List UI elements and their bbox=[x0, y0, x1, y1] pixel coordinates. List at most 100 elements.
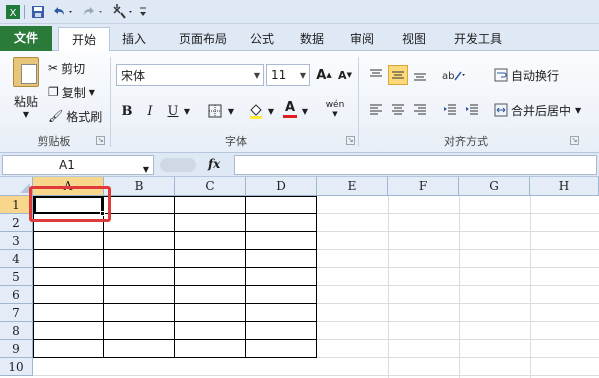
bold-button[interactable]: B bbox=[117, 101, 137, 121]
border-line bbox=[33, 303, 317, 304]
align-left-button[interactable] bbox=[366, 100, 386, 120]
row-header-9[interactable]: 9 bbox=[0, 340, 33, 358]
row-header-8[interactable]: 8 bbox=[0, 322, 33, 340]
align-top-icon bbox=[370, 69, 382, 77]
align-bottom-icon bbox=[414, 73, 426, 81]
borders-button[interactable] bbox=[205, 101, 225, 121]
tab-view[interactable]: 视图 bbox=[394, 27, 434, 51]
cut-button[interactable]: ✂ 剪切 bbox=[48, 59, 85, 77]
align-center-button[interactable] bbox=[388, 100, 408, 120]
tab-developer[interactable]: 开发工具 bbox=[446, 27, 510, 51]
border-line bbox=[33, 357, 317, 358]
undo-icon[interactable] bbox=[50, 3, 76, 21]
column-header-h[interactable]: H bbox=[530, 177, 599, 196]
italic-button[interactable]: I bbox=[140, 101, 160, 121]
group-separator bbox=[110, 57, 111, 147]
font-color-button[interactable]: A bbox=[280, 99, 300, 119]
gridline bbox=[459, 196, 460, 378]
row-header-5[interactable]: 5 bbox=[0, 268, 33, 286]
wrap-text-icon bbox=[494, 68, 508, 82]
decrease-indent-button[interactable] bbox=[440, 100, 460, 120]
dialog-launcher-icon[interactable]: ↘ bbox=[96, 136, 105, 145]
underline-button[interactable]: U bbox=[163, 101, 183, 121]
formula-input[interactable] bbox=[234, 155, 597, 175]
column-header-c[interactable]: C bbox=[175, 177, 246, 196]
paste-label: 粘贴 bbox=[13, 95, 38, 109]
border-line bbox=[33, 285, 317, 286]
font-name-value: 宋体 bbox=[121, 68, 146, 83]
align-top-button[interactable] bbox=[366, 65, 386, 85]
font-group-label: 字体 bbox=[225, 135, 247, 148]
column-header-e[interactable]: E bbox=[317, 177, 388, 196]
tab-home[interactable]: 开始 bbox=[58, 27, 110, 52]
column-header-g[interactable]: G bbox=[459, 177, 530, 196]
font-name-combo[interactable]: 宋体 ▼ bbox=[116, 64, 264, 86]
increase-indent-icon bbox=[466, 104, 478, 115]
tab-page-layout[interactable]: 页面布局 bbox=[168, 27, 238, 51]
svg-text:ab: ab bbox=[442, 71, 454, 82]
shrink-font-icon: A bbox=[338, 68, 347, 82]
border-line bbox=[33, 267, 317, 268]
font-size-combo[interactable]: 11 ▼ bbox=[266, 64, 310, 86]
merge-center-label: 合并后居中 bbox=[511, 103, 572, 118]
chevron-down-icon: ▼ bbox=[22, 110, 30, 119]
paste-button[interactable]: 粘贴 ▼ bbox=[8, 57, 44, 121]
tab-insert[interactable]: 插入 bbox=[112, 27, 156, 51]
red-highlight-box bbox=[29, 186, 111, 222]
orientation-button[interactable]: ab bbox=[440, 65, 468, 85]
chevron-down-icon[interactable]: ▼ bbox=[182, 101, 192, 121]
insert-function-icon[interactable]: fx bbox=[208, 157, 220, 171]
redo-icon[interactable] bbox=[80, 3, 106, 21]
increase-indent-button[interactable] bbox=[462, 100, 482, 120]
tab-file[interactable]: 文件 bbox=[0, 26, 52, 51]
grow-font-button[interactable]: A ▲ bbox=[314, 65, 334, 85]
formula-bar-handle[interactable] bbox=[160, 158, 196, 172]
border-line bbox=[33, 321, 317, 322]
row-header-3[interactable]: 3 bbox=[0, 232, 33, 250]
ribbon-tabs: 文件 开始 插入 页面布局 公式 数据 审阅 视图 开发工具 bbox=[0, 24, 599, 52]
alignment-group-label: 对齐方式 bbox=[444, 135, 488, 148]
merge-center-button[interactable]: 合并后居中 ▼ bbox=[494, 100, 581, 120]
chevron-down-icon[interactable]: ▼ bbox=[226, 101, 236, 121]
column-header-f[interactable]: F bbox=[388, 177, 459, 196]
row-header-7[interactable]: 7 bbox=[0, 304, 33, 322]
fill-color-button[interactable] bbox=[246, 101, 266, 121]
chevron-down-icon[interactable]: ▼ bbox=[300, 101, 310, 121]
excel-logo-icon[interactable]: X bbox=[4, 3, 22, 21]
copy-button[interactable]: ❐ 复制 ▼ bbox=[48, 83, 95, 101]
align-middle-button[interactable] bbox=[388, 65, 408, 85]
column-header-d[interactable]: D bbox=[246, 177, 317, 196]
align-right-button[interactable] bbox=[410, 100, 430, 120]
svg-text:X: X bbox=[10, 8, 17, 19]
tab-review[interactable]: 审阅 bbox=[342, 27, 382, 51]
font-color-swatch bbox=[283, 115, 297, 118]
row-header-6[interactable]: 6 bbox=[0, 286, 33, 304]
qat-separator bbox=[24, 5, 25, 19]
phonetic-guide-button[interactable]: wén ▼ bbox=[320, 99, 350, 119]
name-box[interactable]: A1 ▼ bbox=[2, 155, 154, 175]
row-header-10[interactable]: 10 bbox=[0, 358, 33, 376]
fill-bucket-icon bbox=[250, 104, 262, 119]
align-middle-icon bbox=[392, 71, 404, 79]
column-header-b[interactable]: B bbox=[104, 177, 175, 196]
grow-font-icon: A bbox=[316, 67, 327, 83]
wrap-text-button[interactable]: 自动换行 bbox=[494, 65, 559, 85]
dialog-launcher-icon[interactable]: ↘ bbox=[346, 136, 355, 145]
chevron-down-icon[interactable]: ▼ bbox=[266, 101, 276, 121]
border-line bbox=[33, 339, 317, 340]
tab-formulas[interactable]: 公式 bbox=[244, 27, 280, 51]
format-painter-button[interactable]: 🖌 格式刷 bbox=[48, 107, 102, 125]
customize-qat-icon[interactable] bbox=[138, 3, 148, 21]
format-painter-label: 格式刷 bbox=[66, 109, 103, 124]
save-icon[interactable] bbox=[29, 3, 47, 21]
chevron-down-icon: ▼ bbox=[575, 105, 582, 115]
dialog-launcher-icon[interactable]: ↘ bbox=[570, 136, 579, 145]
chevron-down-icon: ▼ bbox=[88, 87, 95, 97]
shrink-font-button[interactable]: A ▼ bbox=[335, 65, 355, 85]
tab-data[interactable]: 数据 bbox=[292, 27, 332, 51]
border-line bbox=[33, 231, 317, 232]
align-bottom-button[interactable] bbox=[410, 65, 430, 85]
row-header-4[interactable]: 4 bbox=[0, 250, 33, 268]
gridline bbox=[33, 375, 599, 376]
format-painter-icon[interactable] bbox=[110, 3, 136, 21]
